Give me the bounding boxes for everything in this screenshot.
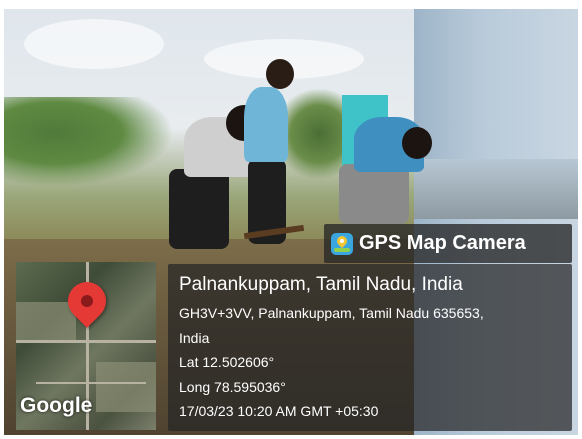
worker-3-legs [339,164,409,224]
map-thumbnail: Google [16,262,156,430]
longitude: Long 78.595036° [179,379,286,395]
trees [4,97,174,187]
location-stamp: Palnankuppam, Tamil Nadu, India GH3V+3VV… [168,264,572,431]
worker-2-head [266,59,294,89]
worker-2 [244,87,288,162]
cloud [24,19,164,69]
location-pin-dot [81,295,93,307]
worker-3-head [402,127,432,159]
map-road [36,382,146,384]
worker-1-legs [169,169,229,249]
app-name: GPS Map Camera [359,232,526,254]
screenshot-frame: Google GPS Map Camera Palnankuppam, Tami… [0,0,582,439]
latitude: Lat 12.502606° [179,354,275,370]
wall-base [414,159,578,219]
address-line-1: GH3V+3VV, Palnankuppam, Tamil Nadu 63565… [179,305,484,321]
gps-camera-app-icon [331,232,353,255]
map-field [16,302,76,342]
date-time: 17/03/23 10:20 AM GMT +05:30 [179,403,379,419]
app-title-bar: GPS Map Camera [324,224,572,263]
place-name: Palnankuppam, Tamil Nadu, India [179,274,463,295]
google-logo: Google [20,394,93,417]
address-line-2: India [179,330,210,346]
map-field [96,362,156,412]
